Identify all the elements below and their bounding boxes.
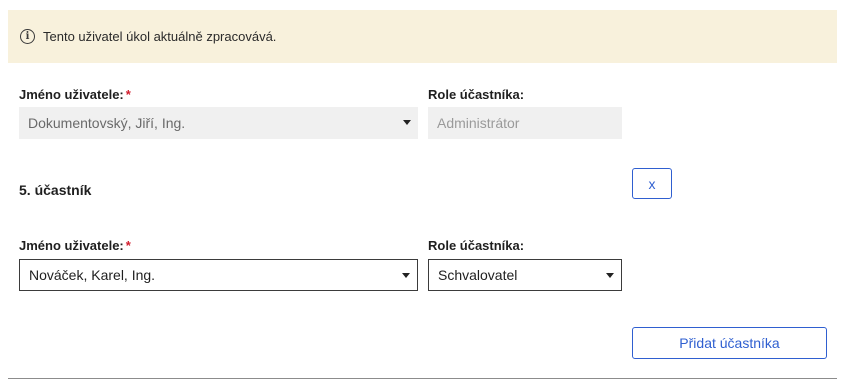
- required-mark-5: *: [125, 238, 131, 253]
- user-select[interactable]: Nováček, Karel, Ing.: [19, 259, 418, 291]
- user-name-label-5-text: Jméno uživatele:: [19, 238, 124, 253]
- add-participant-button[interactable]: Přidat účastníka: [632, 327, 827, 359]
- remove-participant-button[interactable]: x: [632, 168, 672, 199]
- divider: [8, 378, 837, 379]
- role-select-value: Schvalovatel: [438, 267, 518, 283]
- chevron-down-icon: [403, 120, 411, 125]
- user-select-disabled: Dokumentovský, Jiří, Ing.: [19, 107, 418, 139]
- user-name-label: Jméno uživatele: *: [19, 87, 131, 102]
- user-name-label-5: Jméno uživatele: *: [19, 238, 131, 253]
- chevron-down-icon: [606, 273, 614, 278]
- role-select[interactable]: Schvalovatel: [428, 259, 622, 291]
- chevron-down-icon: [402, 273, 410, 278]
- info-icon: i: [20, 29, 35, 44]
- user-select-value-5: Nováček, Karel, Ing.: [29, 267, 156, 283]
- user-name-label-text: Jméno uživatele:: [19, 87, 124, 102]
- required-mark: *: [125, 87, 131, 102]
- role-field-disabled: Administrátor: [428, 107, 622, 139]
- user-select-value: Dokumentovský, Jiří, Ing.: [28, 115, 186, 131]
- role-label-5: Role účastníka:: [428, 238, 525, 253]
- banner-text: Tento uživatel úkol aktuálně zpracovává.: [43, 29, 277, 44]
- info-banner: i Tento uživatel úkol aktuálně zpracováv…: [8, 10, 837, 63]
- role-field-value: Administrátor: [437, 115, 520, 131]
- participant-title: 5. účastník: [19, 182, 92, 198]
- role-label: Role účastníka:: [428, 87, 525, 102]
